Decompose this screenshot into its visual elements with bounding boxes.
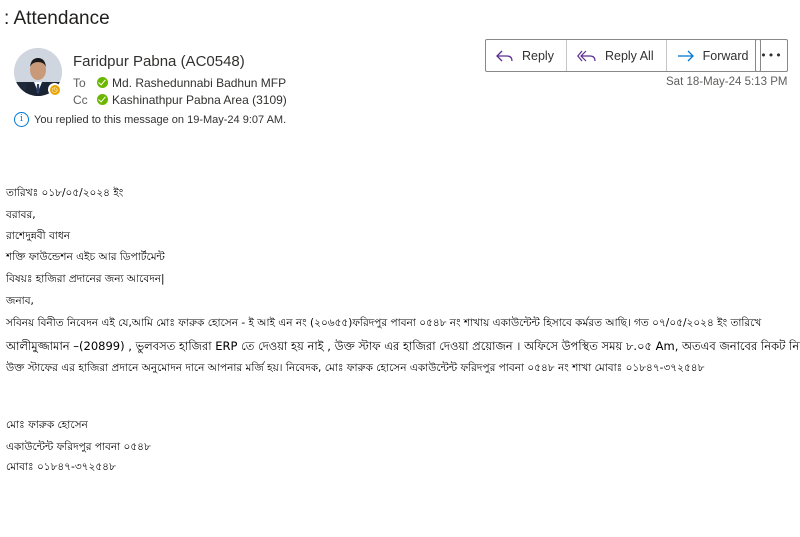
available-status-icon [97, 77, 108, 88]
signature-title: একাউন্টেন্ট ফরিদপুর পাবনা ০৫৪৮ [6, 441, 151, 453]
body-line: আলীমুজ্জামান –(20899) , ভুলবসত হাজিরা ER… [6, 339, 800, 353]
reply-info-text: You replied to this message on 19-May-24… [34, 113, 287, 126]
body-line: উক্ত স্টাফের এর হাজিরা প্রদানে অনুমোদন দ… [6, 362, 705, 374]
email-subject: : Attendance [4, 8, 110, 29]
reply-all-icon [576, 50, 596, 61]
signature-name: মোঃ ফারুক হোসেন [6, 419, 88, 431]
body-line: বিষয়ঃ হাজিরা প্রদানের জন্য আবেদন| [6, 273, 165, 285]
cc-recipient[interactable]: Kashinathpur Pabna Area (3109) [112, 93, 287, 107]
forward-icon [677, 50, 694, 61]
reply-label: Reply [522, 48, 554, 63]
reply-icon [496, 50, 513, 61]
to-recipient[interactable]: Md. Rashedunnabi Badhun MFP [112, 76, 286, 90]
sender-name[interactable]: Faridpur Pabna (AC0548) [73, 53, 245, 70]
forward-button[interactable]: Forward [667, 40, 761, 71]
reply-button[interactable]: Reply [486, 40, 567, 71]
signature-phone: মোবাঃ ০১৮৪৭-৩৭২৫৪৮ [6, 461, 116, 473]
forward-label: Forward [702, 48, 749, 63]
body-line: শক্তি ফাউন্ডেশন এইচ আর ডিপার্টমেন্ট [6, 251, 165, 263]
body-line: বরাবর, [6, 209, 36, 221]
body-line: জনাব, [6, 295, 34, 307]
to-row: To Md. Rashedunnabi Badhun MFP [73, 76, 286, 90]
to-label: To [73, 76, 86, 90]
body-line: সবিনয় বিনীত নিবেদন এই যে,আমি মোঃ ফারুক … [6, 317, 762, 329]
body-line: রাশেদুন্নবী বাধন [6, 230, 70, 242]
reply-all-label: Reply All [604, 48, 654, 63]
body-line: তারিখঃ ০১৮/০৫/২০২৪ ইং [6, 187, 124, 199]
reply-all-button[interactable]: Reply All [567, 40, 667, 71]
available-status-icon [97, 94, 108, 105]
more-icon: ••• [760, 49, 783, 62]
reply-info-bar: i You replied to this message on 19-May-… [14, 112, 286, 127]
cc-row: Cc Kashinathpur Pabna Area (3109) [73, 93, 287, 107]
info-icon: i [14, 112, 29, 127]
presence-away-icon: ◷ [48, 83, 61, 96]
more-actions-button[interactable]: ••• [755, 39, 788, 72]
cc-label: Cc [73, 93, 88, 107]
message-actions: Reply Reply All Forward [485, 39, 762, 72]
sent-date: Sat 18-May-24 5:13 PM [666, 76, 788, 88]
